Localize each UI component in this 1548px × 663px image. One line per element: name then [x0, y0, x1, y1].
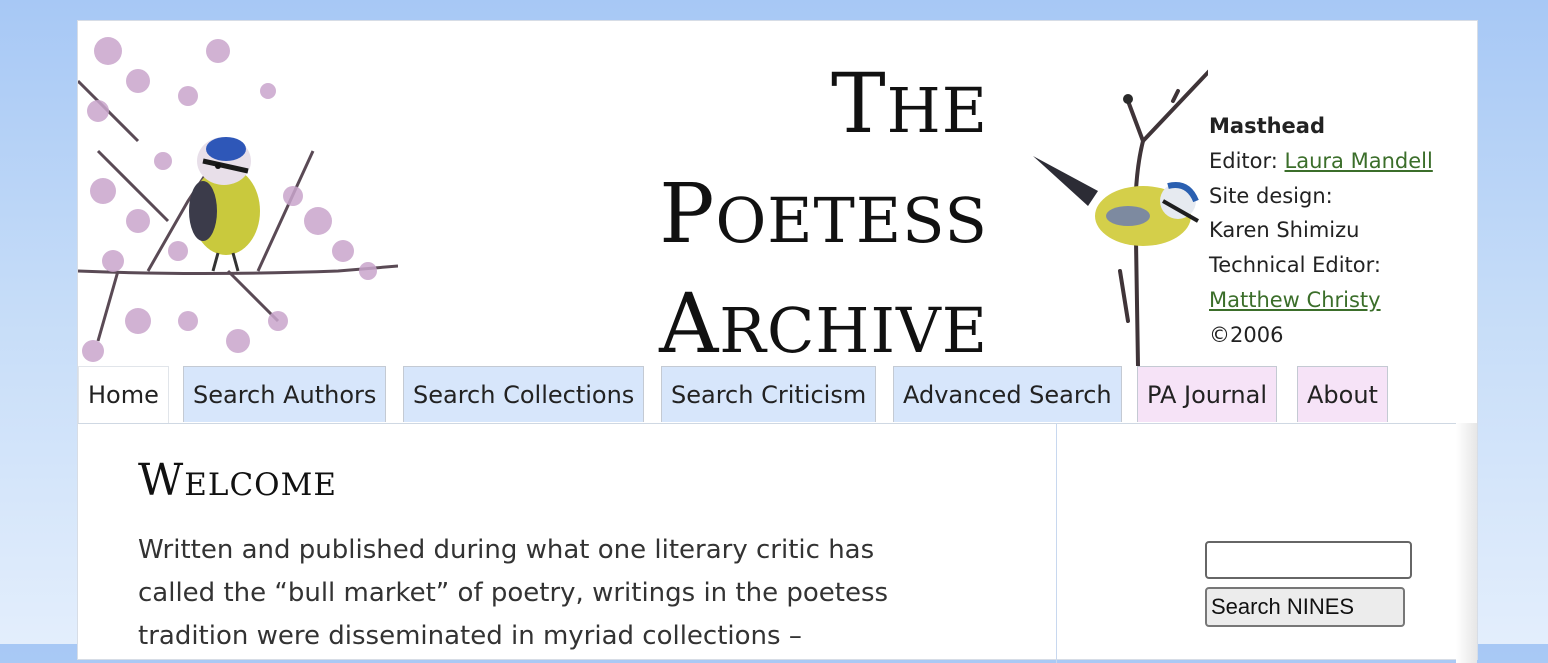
search-nines-button[interactable]: Search NINES [1205, 587, 1405, 627]
tech-editor-label: Technical Editor: [1209, 253, 1381, 278]
tab-about[interactable]: About [1297, 366, 1388, 422]
masthead-editor: Editor: Laura Mandell [1209, 144, 1469, 179]
intro-line-2: called the “bull market” of poetry, writ… [138, 578, 889, 608]
main-content: WELCOME Written and published during wha… [138, 451, 988, 658]
design-label: Site design: [1209, 183, 1333, 208]
tab-search-collections[interactable]: Search Collections [403, 366, 645, 422]
tab-advanced-search[interactable]: Advanced Search [893, 366, 1122, 422]
tab-search-criticism[interactable]: Search Criticism [661, 366, 877, 422]
intro-paragraph: Written and published during what one li… [138, 529, 988, 658]
blue-tit-blossom-illustration [78, 37, 398, 362]
logo-line-2: POETESS [659, 167, 988, 262]
blue-tit-twig-illustration [1033, 69, 1208, 366]
tab-home[interactable]: Home [78, 366, 169, 424]
copyright: ©2006 [1209, 322, 1284, 347]
tab-pa-journal[interactable]: PA Journal [1137, 366, 1277, 422]
tab-search-authors[interactable]: Search Authors [183, 366, 387, 422]
main-nav-tabs: Home Search Authors Search Collections S… [78, 366, 1477, 424]
page-container: THE POETESS ARCHIVE Masthead Editor: Lau… [77, 20, 1478, 663]
content-top-border [78, 423, 1477, 424]
tech-editor-link[interactable]: Matthew Christy [1209, 288, 1381, 312]
editor-label: Editor: [1209, 148, 1285, 173]
masthead: Masthead Editor: Laura Mandell Site desi… [1209, 109, 1469, 353]
sidebar-shadow [1456, 423, 1477, 663]
nines-search-input[interactable] [1205, 541, 1412, 579]
site-header: THE POETESS ARCHIVE Masthead Editor: Lau… [78, 21, 1477, 372]
page-title: WELCOME [138, 455, 337, 506]
intro-line-3: tradition were disseminated in myriad co… [138, 621, 802, 651]
site-logo[interactable]: THE POETESS ARCHIVE [598, 53, 988, 383]
column-divider [1056, 423, 1057, 663]
editor-link[interactable]: Laura Mandell [1285, 149, 1433, 173]
logo-line-1: THE [830, 57, 988, 152]
design-name: Karen Shimizu [1209, 218, 1360, 243]
intro-line-1: Written and published during what one li… [138, 535, 875, 565]
masthead-title: Masthead [1209, 114, 1326, 138]
